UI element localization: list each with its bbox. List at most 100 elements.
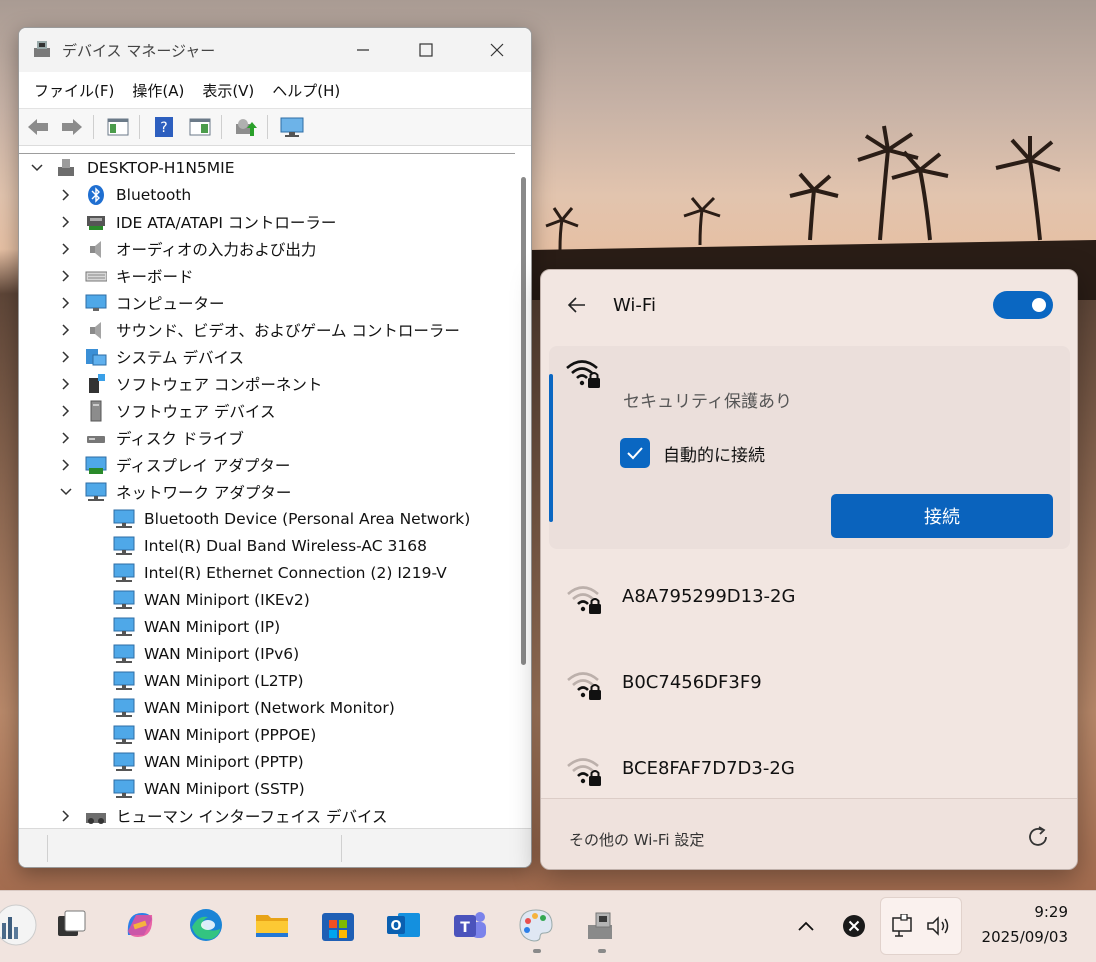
minimize-button[interactable]: [341, 34, 385, 66]
chevron-right-icon[interactable]: [59, 458, 73, 472]
edge-icon[interactable]: [186, 905, 226, 945]
menu-file[interactable]: ファイル(F): [25, 76, 123, 105]
checkmark-icon: [627, 447, 643, 460]
tree-root[interactable]: DESKTOP-H1N5MIE: [19, 154, 515, 181]
bluetooth-icon: [88, 184, 104, 205]
wifi-toggle[interactable]: [993, 291, 1053, 319]
adapter-label: WAN Miniport (PPTP): [144, 752, 304, 771]
back-button[interactable]: [25, 114, 51, 140]
auto-connect-checkbox[interactable]: [620, 438, 650, 468]
vertical-scrollbar[interactable]: [516, 153, 531, 827]
outlook-icon[interactable]: O: [384, 905, 424, 945]
device-tree: DESKTOP-H1N5MIE Bluetooth IDE ATA/ATAPI …: [19, 153, 515, 828]
network-adapter-icon: [113, 509, 135, 528]
wifi-network-item[interactable]: B0C7456DF3F9: [549, 640, 1070, 726]
chevron-right-icon[interactable]: [59, 350, 73, 364]
network-adapter-item[interactable]: WAN Miniport (IP): [19, 613, 515, 640]
tree-category-computer[interactable]: コンピューター: [19, 289, 515, 316]
update-driver-button[interactable]: [233, 114, 259, 140]
category-label: システム デバイス: [116, 348, 244, 367]
adapter-label: WAN Miniport (SSTP): [144, 779, 305, 798]
scrollbar-thumb[interactable]: [521, 177, 526, 665]
wifi-secured-icon: [566, 360, 600, 388]
back-arrow-icon[interactable]: [565, 293, 589, 317]
chevron-up-icon[interactable]: [794, 915, 818, 939]
forward-arrow-icon: [62, 119, 82, 135]
file-explorer-icon[interactable]: [252, 905, 292, 945]
chevron-down-icon[interactable]: [59, 485, 73, 499]
store-icon[interactable]: [318, 905, 358, 945]
chevron-right-icon[interactable]: [59, 269, 73, 283]
copilot-icon[interactable]: [120, 905, 160, 945]
chevron-right-icon[interactable]: [59, 404, 73, 418]
help-button[interactable]: ?: [151, 114, 177, 140]
network-adapter-item[interactable]: WAN Miniport (L2TP): [19, 667, 515, 694]
chevron-down-icon[interactable]: [30, 161, 44, 175]
paint-icon[interactable]: [516, 905, 556, 945]
network-adapter-item[interactable]: Intel(R) Ethernet Connection (2) I219-V: [19, 559, 515, 586]
network-adapter-item[interactable]: WAN Miniport (IKEv2): [19, 586, 515, 613]
tree-category-system-devices[interactable]: システム デバイス: [19, 343, 515, 370]
menu-help[interactable]: ヘルプ(H): [263, 76, 349, 105]
teams-icon[interactable]: T: [450, 905, 490, 945]
status-bar: [19, 828, 531, 867]
network-adapter-item[interactable]: WAN Miniport (IPv6): [19, 640, 515, 667]
maximize-button[interactable]: [404, 34, 448, 66]
tree-category-software-devices[interactable]: ソフトウェア デバイス: [19, 397, 515, 424]
network-adapter-item[interactable]: Intel(R) Dual Band Wireless-AC 3168: [19, 532, 515, 559]
tree-category-display-adapters[interactable]: ディスプレイ アダプター: [19, 451, 515, 478]
tree-category-keyboard[interactable]: キーボード: [19, 262, 515, 289]
chevron-right-icon[interactable]: [59, 323, 73, 337]
tree-category-disk-drives[interactable]: ディスク ドライブ: [19, 424, 515, 451]
scan-hardware-button[interactable]: [279, 114, 305, 140]
network-adapter-icon: [113, 725, 135, 744]
refresh-icon[interactable]: [1025, 824, 1051, 850]
tree-category-software-components[interactable]: ソフトウェア コンポーネント: [19, 370, 515, 397]
chevron-right-icon[interactable]: [59, 809, 73, 823]
tree-category-bluetooth[interactable]: Bluetooth: [19, 181, 515, 208]
connect-button[interactable]: 接続: [831, 494, 1053, 538]
notification-x-icon[interactable]: [842, 914, 866, 938]
network-adapter-item[interactable]: Bluetooth Device (Personal Area Network): [19, 505, 515, 532]
tree-category-network-adapters[interactable]: ネットワーク アダプター: [19, 478, 515, 505]
tree-category-hid[interactable]: ヒューマン インターフェイス デバイス: [19, 802, 515, 828]
tree-category-sound-video[interactable]: サウンド、ビデオ、およびゲーム コントローラー: [19, 316, 515, 343]
network-adapter-icon: [113, 590, 135, 609]
category-label: ヒューマン インターフェイス デバイス: [116, 807, 388, 826]
wifi-network-item[interactable]: A8A795299D13-2G: [549, 554, 1070, 640]
widgets-icon[interactable]: [0, 903, 38, 947]
close-button[interactable]: [475, 34, 519, 66]
menu-view[interactable]: 表示(V): [193, 76, 263, 105]
network-adapter-icon: [113, 698, 135, 717]
show-hide-tree-button[interactable]: [105, 114, 131, 140]
tree-category-ide[interactable]: IDE ATA/ATAPI コントローラー: [19, 208, 515, 235]
network-adapter-item[interactable]: WAN Miniport (PPTP): [19, 748, 515, 775]
wifi-network-selected[interactable]: セキュリティ保護あり 自動的に接続 接続: [549, 346, 1070, 549]
clock-time[interactable]: 9:29: [980, 903, 1068, 921]
chevron-right-icon[interactable]: [59, 215, 73, 229]
device-manager-taskbar-icon[interactable]: [582, 905, 622, 945]
chevron-right-icon[interactable]: [59, 377, 73, 391]
network-adapter-icon: [113, 752, 135, 771]
quick-settings-button[interactable]: [880, 897, 962, 955]
network-adapter-item[interactable]: WAN Miniport (PPPOE): [19, 721, 515, 748]
computer-name: DESKTOP-H1N5MIE: [87, 158, 235, 177]
tree-category-audio-io[interactable]: オーディオの入力および出力: [19, 235, 515, 262]
network-wired-icon: [892, 914, 912, 937]
chevron-right-icon[interactable]: [59, 296, 73, 310]
chevron-right-icon[interactable]: [59, 431, 73, 445]
properties-icon: [189, 118, 211, 136]
clock-date[interactable]: 2025/09/03: [970, 928, 1068, 946]
title-bar[interactable]: デバイス マネージャー: [19, 28, 531, 72]
forward-button[interactable]: [59, 114, 85, 140]
chevron-right-icon[interactable]: [59, 242, 73, 256]
menu-action[interactable]: 操作(A): [123, 76, 193, 105]
properties-button[interactable]: [187, 114, 213, 140]
network-adapter-item[interactable]: WAN Miniport (SSTP): [19, 775, 515, 802]
more-wifi-settings-link[interactable]: その他の Wi-Fi 設定: [569, 829, 704, 850]
speaker-icon: [90, 240, 101, 258]
task-view-icon[interactable]: [52, 905, 92, 945]
network-adapter-item[interactable]: WAN Miniport (Network Monitor): [19, 694, 515, 721]
hid-icon: [86, 812, 106, 824]
chevron-right-icon[interactable]: [59, 188, 73, 202]
